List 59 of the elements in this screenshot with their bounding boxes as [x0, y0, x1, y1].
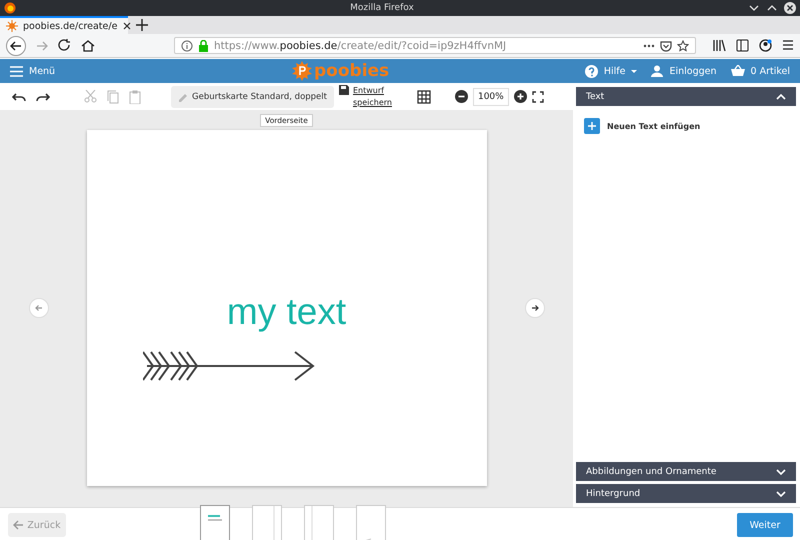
page-thumbnail[interactable]: [304, 505, 334, 540]
product-name-field[interactable]: Geburtskarte Standard, doppelt: [171, 86, 334, 108]
zoom-level-field[interactable]: 100%: [472, 88, 509, 106]
chevron-down-icon: [776, 490, 786, 498]
basket-icon: [730, 65, 745, 77]
cart-button[interactable]: 0 Artikel: [730, 64, 790, 78]
url-text: https://www.poobies.de/create/edit/?coid=ip9zH4ffvnMJ: [214, 40, 508, 52]
arrow-left-icon: [13, 520, 24, 530]
firefox-logo-icon: [4, 2, 16, 14]
panel-section-header[interactable]: Text: [576, 87, 796, 106]
close-icon[interactable]: [784, 2, 796, 14]
pocket-icon[interactable]: [660, 40, 672, 52]
star-icon[interactable]: [677, 40, 689, 52]
zoom-in-icon[interactable]: [514, 90, 527, 103]
info-icon: [181, 40, 193, 52]
previous-page-icon[interactable]: [28, 298, 48, 318]
help-button[interactable]: Hilfe: [584, 64, 638, 78]
panel-section-header[interactable]: Hintergrund: [576, 484, 796, 503]
library-icon[interactable]: [713, 39, 726, 52]
fullscreen-icon[interactable]: [532, 90, 544, 102]
account-icon[interactable]: [759, 39, 772, 52]
next-page-icon[interactable]: [524, 298, 544, 318]
pencil-icon: [178, 91, 188, 102]
window-title: Mozilla Firefox: [349, 3, 415, 13]
menu-button[interactable]: Menü: [10, 64, 56, 78]
menu-icon: [10, 64, 23, 78]
menu-icon[interactable]: [782, 39, 794, 51]
undo-icon[interactable]: [12, 90, 26, 102]
product-name: Geburtskarte Standard, doppelt: [192, 92, 327, 102]
logo-badge-icon: [292, 61, 312, 81]
chevron-down-icon: [776, 468, 786, 476]
next-button[interactable]: Weiter: [737, 513, 793, 537]
page-thumbnail[interactable]: [200, 505, 230, 540]
plus-icon: [584, 118, 600, 134]
login-button[interactable]: Einloggen: [651, 64, 717, 78]
home-icon[interactable]: [81, 38, 95, 52]
new-tab-icon[interactable]: [136, 19, 148, 31]
tab-title: poobies.de/create/e: [23, 20, 118, 32]
save-draft-link[interactable]: Entwurf speichern: [352, 84, 392, 108]
user-icon: [651, 65, 664, 77]
zoom-out-icon[interactable]: [454, 90, 468, 103]
browser-tab[interactable]: poobies.de/create/e: [0, 16, 128, 34]
chevron-up-icon: [776, 92, 786, 100]
grid-icon[interactable]: [416, 90, 431, 104]
help-icon: [584, 64, 598, 78]
close-icon[interactable]: [122, 21, 132, 31]
redo-icon[interactable]: [36, 90, 50, 102]
add-text-button[interactable]: Neuen Text einfügen: [584, 118, 700, 134]
reload-icon[interactable]: [58, 38, 72, 52]
panel-section-header[interactable]: Abbildungen und Ornamente: [576, 462, 796, 481]
lock-icon: [198, 40, 209, 52]
caret-icon: [631, 70, 638, 72]
back-icon[interactable]: [6, 36, 26, 56]
sun-icon: [6, 20, 18, 32]
clipboard-icon[interactable]: [129, 90, 141, 104]
sidebar-icon[interactable]: [736, 39, 749, 52]
address-bar[interactable]: https://www.poobies.de/create/edit/?coid=ip9zH4ffvnMJ: [174, 37, 696, 54]
page-thumbnail[interactable]: [356, 505, 386, 540]
page-thumbnail[interactable]: [252, 505, 282, 540]
